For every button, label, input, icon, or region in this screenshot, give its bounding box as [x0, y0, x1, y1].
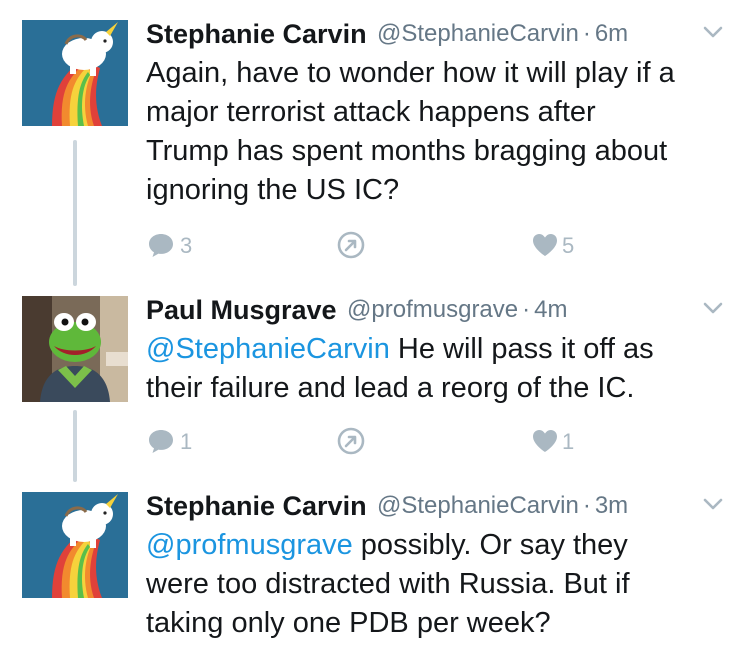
display-name[interactable]: Stephanie Carvin	[146, 19, 367, 49]
like-icon	[533, 430, 557, 452]
like-button[interactable]: 5	[530, 230, 574, 262]
tweet-text-segment: He will pass it off as	[389, 333, 654, 365]
retweet-icon	[337, 231, 365, 259]
dot-separator: ·	[582, 20, 591, 47]
reply-icon	[149, 234, 173, 257]
like-count: 5	[562, 233, 575, 258]
chevron-down-icon[interactable]	[699, 18, 727, 46]
tweet-text-line: taking only one PDB per week?	[146, 607, 551, 639]
tweet-actions: 1 1	[146, 426, 596, 458]
tweet-text-line: @StephanieCarvin He will pass it off as	[146, 330, 736, 369]
tweet-text-line: ignoring the US IC?	[146, 174, 400, 206]
tweet-header: Stephanie Carvin @StephanieCarvin · 6m	[146, 16, 733, 52]
tweet-text-line: Trump has spent months bragging about	[146, 135, 668, 167]
kermit-frog-avatar	[22, 296, 128, 402]
reply-count: 3	[180, 233, 193, 258]
chevron-down-icon[interactable]	[699, 294, 727, 322]
tweet-header: Stephanie Carvin @StephanieCarvin · 3m	[146, 488, 733, 524]
tweet-actions: 3 5	[146, 230, 596, 262]
like-button[interactable]: 1	[530, 426, 574, 458]
avatar[interactable]	[22, 20, 128, 126]
tweet-text-line: Again, have to wonder how it will play i…	[146, 57, 675, 89]
tweet[interactable]: Stephanie Carvin @StephanieCarvin · 3m @pr…	[0, 488, 749, 646]
tweet-header: Paul Musgrave @profmusgrave · 4m	[146, 292, 733, 328]
retweet-button[interactable]	[336, 230, 366, 262]
tweet-text-line: were too distracted with Russia. But if	[146, 568, 630, 600]
dot-separator: ·	[582, 492, 591, 519]
display-name[interactable]: Stephanie Carvin	[146, 491, 367, 521]
retweet-icon	[337, 427, 365, 455]
unicorn-rainbow-avatar	[22, 492, 128, 598]
handle[interactable]: @profmusgrave	[347, 296, 518, 323]
tweet-text-line: major terrorist attack happens after	[146, 96, 596, 128]
timestamp[interactable]: 6m	[595, 20, 628, 47]
handle[interactable]: @StephanieCarvin	[377, 492, 579, 519]
chevron-down-icon[interactable]	[699, 490, 727, 518]
avatar[interactable]	[22, 492, 128, 598]
handle[interactable]: @StephanieCarvin	[377, 20, 579, 47]
like-count: 1	[562, 429, 575, 454]
mention-link[interactable]: @StephanieCarvin	[146, 333, 390, 365]
reply-button[interactable]: 1	[146, 426, 192, 458]
retweet-button[interactable]	[336, 426, 366, 458]
tweet[interactable]: Paul Musgrave @profmusgrave · 4m @Stephani…	[0, 292, 749, 472]
tweet[interactable]: Stephanie Carvin @StephanieCarvin · 6m Aga…	[0, 16, 749, 276]
like-icon	[533, 234, 557, 256]
reply-button[interactable]: 3	[146, 230, 192, 262]
timestamp[interactable]: 4m	[534, 296, 567, 323]
tweet-text: Again, have to wonder how it will play i…	[146, 54, 736, 210]
mention-link[interactable]: @profmusgrave	[146, 529, 353, 561]
display-name[interactable]: Paul Musgrave	[146, 295, 337, 325]
unicorn-rainbow-avatar	[22, 20, 128, 126]
tweet-text-line: @profmusgrave possibly. Or say they	[146, 526, 736, 565]
tweet-text-line: their failure and lead a reorg of the IC…	[146, 372, 635, 404]
reply-icon	[149, 430, 173, 453]
tweet-text-segment: possibly. Or say they	[352, 529, 628, 561]
tweet-text: @StephanieCarvin He will pass it off as …	[146, 330, 736, 408]
timestamp[interactable]: 3m	[595, 492, 628, 519]
avatar[interactable]	[22, 296, 128, 402]
reply-count: 1	[180, 429, 193, 454]
tweet-text: @profmusgrave possibly. Or say they were…	[146, 526, 736, 643]
dot-separator: ·	[522, 296, 531, 323]
